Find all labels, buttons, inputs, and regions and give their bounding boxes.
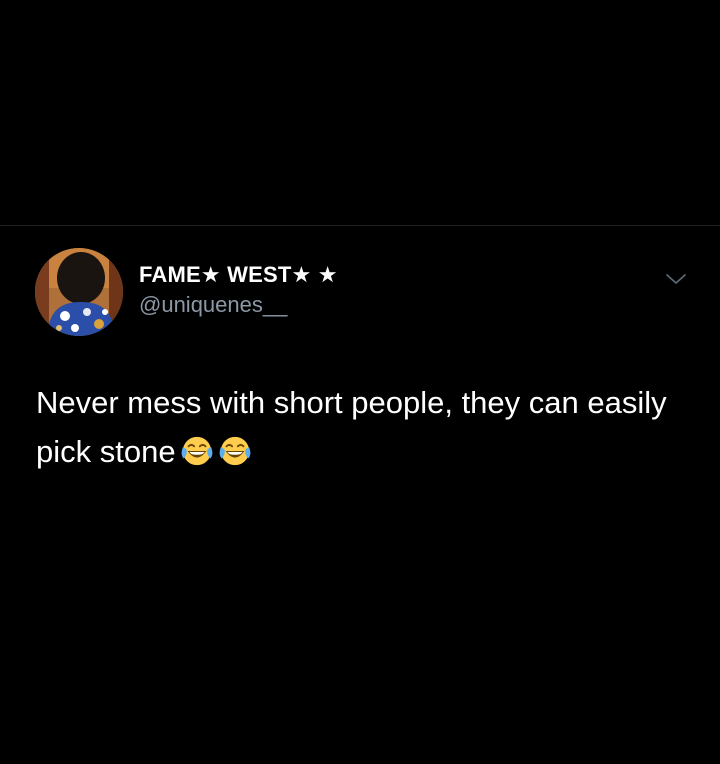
tweet-card[interactable]: FAME★ WEST★ ★ @uniquenes__ Never mess wi… (0, 226, 720, 546)
display-name[interactable]: FAME★ WEST★ ★ (139, 262, 338, 288)
emoji-group (180, 433, 256, 482)
tweet-body: Never mess with short people, they can e… (36, 385, 667, 469)
avatar-image (35, 248, 123, 336)
user-handle[interactable]: @uniquenes__ (139, 292, 338, 318)
avatar[interactable] (35, 248, 123, 336)
tweet-metadata-cropped: – – – – – – – – – – – – – – – – – – – – … (36, 526, 506, 536)
face-with-tears-of-joy-icon (181, 436, 212, 466)
tweet-text: Never mess with short people, they can e… (36, 378, 696, 482)
tweet-metadata-fragments: – – – – – – – – – – – – – – – – – – – – … (36, 528, 506, 536)
face-with-tears-of-joy-icon (219, 436, 250, 466)
author-names: FAME★ WEST★ ★ @uniquenes__ (139, 262, 338, 318)
chevron-down-icon[interactable] (663, 270, 689, 288)
